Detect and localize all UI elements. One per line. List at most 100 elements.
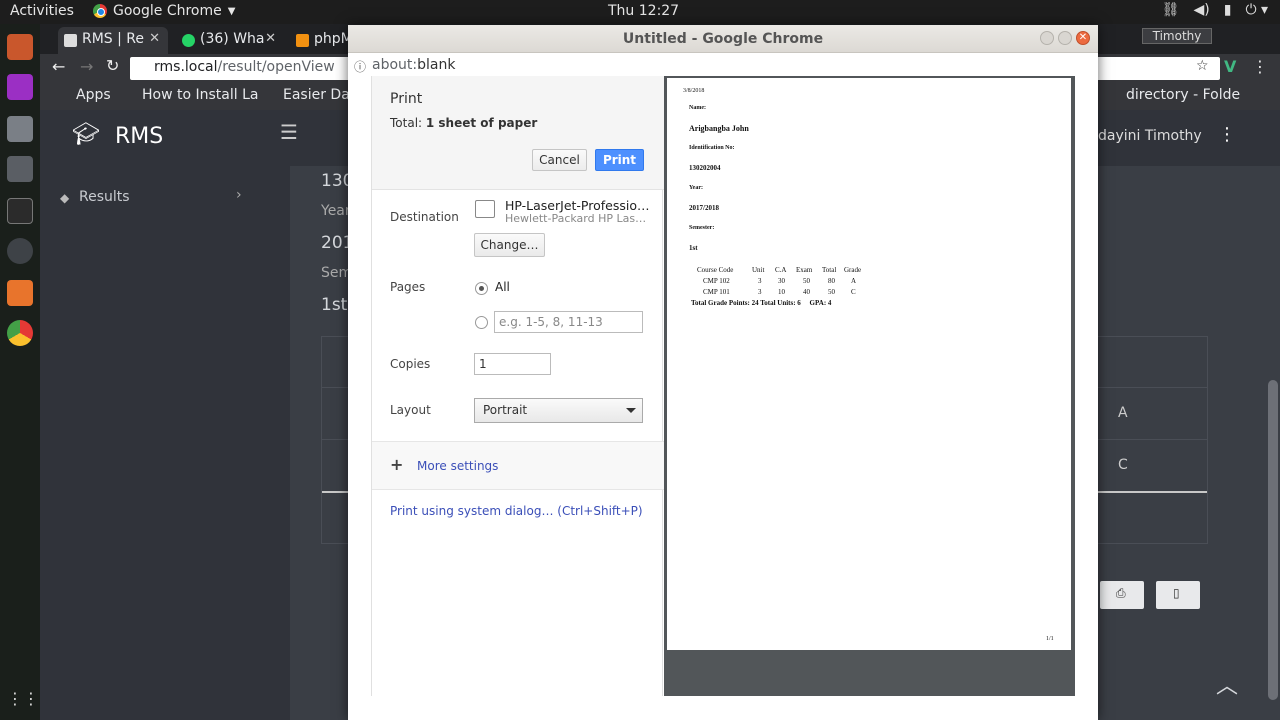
video-icon[interactable] [7, 156, 33, 182]
more-settings-row[interactable]: + More settings [372, 441, 664, 490]
printer-icon: ⎙ [1116, 586, 1126, 600]
print-preview-area: 3/8/2018 Name: Arigbangba John Identific… [664, 76, 1075, 696]
url-path: /result/openView [217, 59, 335, 75]
print-button[interactable]: Print [595, 149, 644, 171]
preview-cell: 50 [828, 288, 835, 296]
close-window-button[interactable]: ✕ [1076, 31, 1090, 45]
graduation-cap-icon: 🎓︎ [72, 122, 100, 147]
bookmark-star-icon[interactable]: ☆ [1196, 58, 1209, 74]
preview-th-unit: Unit [752, 266, 765, 274]
chrome-icon [93, 4, 107, 18]
preview-cell: 50 [803, 277, 810, 285]
pages-range-input[interactable]: e.g. 1-5, 8, 11-13 [494, 311, 643, 333]
maximize-button[interactable] [1058, 31, 1072, 45]
preview-th-total: Total [822, 266, 837, 274]
terminal-icon[interactable] [7, 198, 33, 224]
sidebar-item-results[interactable]: Results [79, 189, 130, 205]
pages-label: Pages [390, 280, 426, 294]
pages-custom-radio[interactable] [475, 316, 488, 329]
preview-page-number: 1/1 [1046, 636, 1054, 642]
layout-label: Layout [390, 403, 431, 417]
minimize-button[interactable] [1040, 31, 1054, 45]
preview-semester-label: Semester: [689, 225, 715, 231]
brand-name[interactable]: RMS [115, 124, 163, 149]
user-menu[interactable]: dayini Timothy [1098, 128, 1202, 144]
bookmark-item[interactable]: Easier Dat [283, 87, 355, 103]
extension-icon[interactable]: V [1224, 57, 1236, 76]
bookmark-item[interactable]: How to Install La [142, 87, 258, 103]
hamburger-icon[interactable]: ☰ [280, 120, 298, 144]
accessibility-icon[interactable] [7, 238, 33, 264]
app-menu[interactable]: Google Chrome ▼ [93, 3, 235, 19]
phpstorm-icon[interactable] [7, 74, 33, 100]
preview-date: 3/8/2018 [683, 88, 705, 94]
chevron-right-icon[interactable]: › [236, 187, 242, 203]
installer-icon[interactable] [7, 116, 33, 142]
layout-select[interactable]: Portrait [474, 398, 643, 423]
preview-semester-value: 1st [689, 244, 698, 252]
battery-icon[interactable]: ▮ [1224, 2, 1232, 18]
preview-cell: C [851, 288, 856, 296]
kebab-menu-icon[interactable]: ⋮ [1218, 124, 1236, 145]
total-prefix: Total: [390, 116, 426, 130]
close-icon[interactable]: ✕ [149, 31, 160, 46]
page-scrollbar[interactable] [1268, 380, 1278, 700]
apps-bookmark[interactable]: Apps [76, 87, 111, 103]
close-icon[interactable]: ✕ [265, 31, 276, 46]
document-icon [64, 34, 77, 47]
tab-rms[interactable]: RMS | Re ✕ [58, 27, 168, 54]
preview-cell: 30 [778, 277, 785, 285]
results-icon: ◆ [60, 191, 70, 205]
preview-year-label: Year: [689, 185, 703, 191]
back-icon[interactable]: ← [52, 57, 65, 76]
cancel-button[interactable]: Cancel [532, 149, 587, 171]
pages-all-label[interactable]: All [495, 280, 510, 294]
preview-cell: 3 [758, 288, 762, 296]
more-settings-link[interactable]: More settings [417, 459, 498, 473]
forward-icon[interactable]: → [80, 57, 93, 76]
layout-value: Portrait [483, 403, 528, 417]
bookmark-item[interactable]: directory - Folde [1126, 87, 1240, 103]
preview-th-exam: Exam [796, 266, 813, 274]
preview-cell: 40 [803, 288, 810, 296]
bg-text: 1st [321, 295, 348, 315]
volume-icon[interactable]: ◀) [1193, 2, 1209, 18]
chevron-down-icon: ▼ [227, 5, 236, 17]
preview-cell: 10 [778, 288, 785, 296]
preview-cell: 80 [828, 277, 835, 285]
power-menu-icon[interactable]: ⏻ ▾ [1245, 2, 1268, 18]
menu-icon[interactable]: ⋮ [1252, 57, 1268, 76]
tab-whatsapp[interactable]: (36) Wha ✕ [176, 27, 284, 54]
clock[interactable]: Thu 12:27 [608, 3, 679, 19]
tab-label: phpM [314, 31, 350, 47]
preview-name-value: Arigbangba John [689, 124, 749, 133]
reload-icon[interactable]: ↻ [106, 56, 119, 75]
preview-cell: CMP 102 [703, 277, 730, 285]
chrome-icon[interactable] [7, 320, 33, 346]
plus-icon: + [390, 455, 404, 474]
copies-input[interactable]: 1 [474, 353, 551, 375]
preview-cell: CMP 101 [703, 288, 730, 296]
tab-phpmyadmin[interactable]: phpM [290, 27, 350, 54]
files-icon[interactable] [7, 34, 33, 60]
info-icon[interactable]: ⓘ [354, 58, 366, 75]
export-pdf-button[interactable]: ▯ [1156, 581, 1200, 609]
activities-button[interactable]: Activities [10, 3, 74, 19]
phpmyadmin-icon [296, 34, 309, 47]
window-title: Untitled - Google Chrome [622, 31, 824, 47]
change-destination-button[interactable]: Change… [474, 233, 545, 257]
pages-all-radio[interactable] [475, 282, 488, 295]
system-tray[interactable]: ⛓ ◀) ▮ ⏻ ▾ [1162, 2, 1268, 18]
network-icon[interactable]: ⛓ [1162, 2, 1180, 18]
software-center-icon[interactable] [7, 280, 33, 306]
window-title-bar: Untitled - Google Chrome ✕ [348, 25, 1098, 53]
scroll-to-top-button[interactable]: ︿ [1206, 666, 1248, 708]
chevron-down-icon [626, 408, 636, 413]
chevron-up-icon: ︿ [1215, 674, 1238, 699]
system-dialog-link[interactable]: Print using system dialog… (Ctrl+Shift+P… [390, 504, 643, 518]
print-result-button[interactable]: ⎙ [1100, 581, 1144, 609]
show-apps-icon[interactable]: ⋮⋮ [7, 686, 39, 712]
dock: ⋮⋮ [0, 24, 40, 720]
profile-button[interactable]: Timothy [1142, 28, 1212, 44]
total-value: 1 sheet of paper [425, 116, 538, 130]
